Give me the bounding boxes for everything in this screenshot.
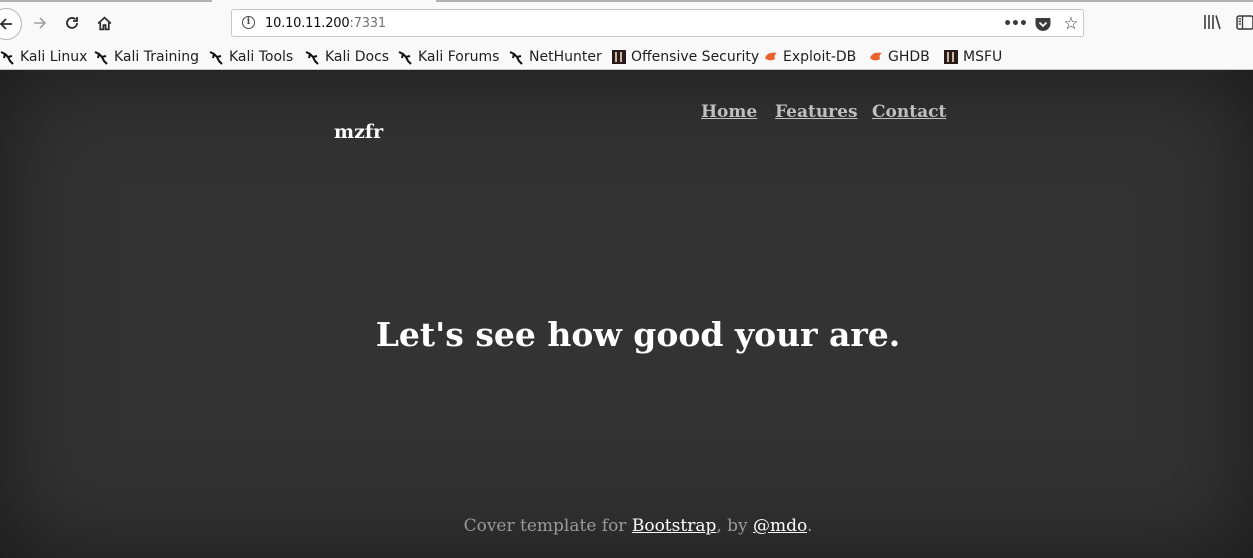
bookmark-label: NetHunter (529, 48, 602, 65)
pocket-icon[interactable] (1033, 14, 1053, 34)
url-text[interactable]: 10.10.11.200:7331 (265, 16, 386, 31)
page-actions-icon[interactable]: ••• (1003, 14, 1028, 34)
exploit-db-icon (868, 49, 884, 65)
home-button[interactable] (90, 9, 118, 37)
footer-text: . (807, 516, 813, 536)
kali-dragon-icon (305, 49, 321, 65)
tab-divider (0, 0, 212, 2)
bookmark-label: Exploit-DB (783, 48, 857, 65)
bookmark-star-icon[interactable]: ☆ (1061, 14, 1081, 34)
bookmark-kali-docs[interactable]: Kali Docs (305, 44, 389, 69)
kali-dragon-icon (509, 49, 525, 65)
exploit-db-icon (763, 49, 779, 65)
bookmark-label: Kali Docs (325, 48, 390, 65)
bookmark-exploit-db[interactable]: Exploit-DB (763, 44, 856, 69)
kali-dragon-icon (398, 49, 414, 65)
page-footer: Cover template for Bootstrap, by @mdo. (0, 516, 1253, 536)
bookmark-label: Kali Forums (418, 48, 500, 65)
back-button[interactable] (0, 8, 22, 40)
footer-text: , by (716, 516, 754, 536)
url-host: 10.10.11.200 (265, 16, 350, 31)
bookmark-msfu[interactable]: MSFU (943, 44, 1002, 69)
reload-icon (66, 17, 78, 29)
site-brand: mzfr (334, 121, 384, 143)
bookmarks-bar: Kali Linux Kali Training Kali Tools Kali… (0, 44, 1253, 70)
bookmark-label: Kali Linux (20, 48, 88, 65)
bootstrap-link[interactable]: Bootstrap (632, 516, 717, 536)
bookmark-ghdb[interactable]: GHDB (868, 44, 930, 69)
arrow-left-icon (0, 18, 12, 30)
forward-button[interactable] (26, 9, 54, 37)
offsec-icon (611, 49, 627, 65)
bookmark-label: GHDB (888, 48, 930, 65)
mdo-link[interactable]: @mdo (753, 516, 807, 536)
kali-dragon-icon (209, 49, 225, 65)
bookmark-label: MSFU (963, 48, 1003, 65)
footer-text: Cover template for (463, 516, 632, 536)
bookmark-label: Kali Training (114, 48, 199, 65)
bookmark-kali-training[interactable]: Kali Training (94, 44, 199, 69)
library-icon[interactable] (1203, 13, 1223, 33)
sidebar-icon[interactable] (1236, 15, 1253, 31)
reload-button[interactable] (58, 9, 86, 37)
bookmark-nethunter[interactable]: NetHunter (509, 44, 602, 69)
bookmark-kali-tools[interactable]: Kali Tools (209, 44, 293, 69)
browser-toolbar: i 10.10.11.200:7331 ••• ☆ (0, 0, 1253, 44)
nav-link-contact[interactable]: Contact (872, 102, 946, 122)
page-content: mzfr Home Features Contact Let's see how… (0, 70, 1253, 558)
home-icon (97, 16, 111, 30)
tab-strip (0, 0, 1253, 4)
offsec-icon (943, 49, 959, 65)
address-bar[interactable]: i 10.10.11.200:7331 ••• ☆ (231, 9, 1084, 37)
bookmark-label: Offensive Security (631, 48, 760, 65)
nav-link-home[interactable]: Home (701, 102, 757, 122)
tab-divider (436, 0, 1253, 2)
url-port: :7331 (349, 16, 386, 31)
site-info-icon[interactable]: i (242, 16, 255, 29)
nav-link-features[interactable]: Features (775, 102, 858, 122)
bookmark-offensive-security[interactable]: Offensive Security (611, 44, 759, 69)
kali-dragon-icon (0, 49, 16, 65)
bookmark-kali-linux[interactable]: Kali Linux (0, 44, 87, 69)
kali-dragon-icon (94, 49, 110, 65)
page-headline: Let's see how good your are. (375, 315, 901, 354)
bookmark-label: Kali Tools (229, 48, 294, 65)
arrow-right-icon (34, 17, 47, 29)
bookmark-kali-forums[interactable]: Kali Forums (398, 44, 499, 69)
